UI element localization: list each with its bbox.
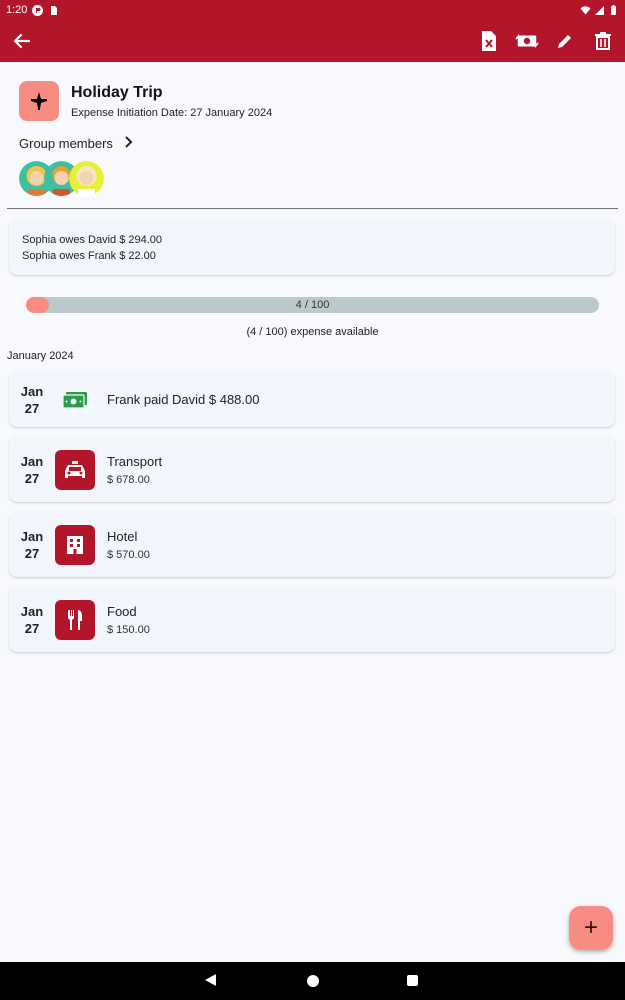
expense-amount: $ 678.00 bbox=[107, 473, 150, 486]
expense-title: Transport bbox=[107, 453, 163, 469]
app-bar bbox=[0, 20, 625, 62]
expense-date: Jan 27 bbox=[20, 383, 44, 416]
edit-icon[interactable] bbox=[553, 29, 577, 53]
sim-card-icon bbox=[48, 5, 59, 16]
taxi-icon bbox=[55, 449, 95, 490]
wifi-icon bbox=[580, 5, 591, 16]
cash-icon bbox=[55, 380, 95, 420]
expense-available-caption: (4 / 100) expense available bbox=[246, 326, 379, 338]
settle-money-icon[interactable] bbox=[515, 29, 539, 53]
signal-icon bbox=[594, 5, 605, 16]
progress-label: 4 / 100 bbox=[295, 299, 330, 311]
status-time: 1:20 bbox=[6, 4, 28, 16]
expense-title: Frank paid David $ 488.00 bbox=[107, 392, 260, 407]
app-notification-icon bbox=[32, 4, 44, 16]
group-members-label: Group members bbox=[19, 136, 113, 151]
balances-card: Sophia owes David $ 294.00 Sophia owes F… bbox=[9, 220, 615, 275]
expense-date: Jan 27 bbox=[20, 603, 44, 636]
system-nav-bar bbox=[0, 962, 625, 1000]
add-icon: + bbox=[583, 914, 598, 941]
owes-line: Sophia owes David $ 294.00 bbox=[22, 234, 163, 246]
expense-progress-bar: 4 / 100 bbox=[26, 297, 599, 313]
expense-date: Jan 27 bbox=[20, 453, 44, 486]
avatar[interactable] bbox=[69, 161, 104, 196]
list-item[interactable]: Jan 27 Food $ 150.00 bbox=[9, 587, 615, 652]
expense-amount: $ 570.00 bbox=[107, 548, 150, 561]
restaurant-icon bbox=[55, 599, 95, 640]
delete-icon[interactable] bbox=[591, 29, 615, 53]
nav-home-icon[interactable] bbox=[307, 975, 319, 987]
trip-header: Holiday Trip Expense Initiation Date: 27… bbox=[19, 81, 272, 121]
expense-amount: $ 150.00 bbox=[107, 623, 150, 636]
trip-date: Expense Initiation Date: 27 January 2024 bbox=[71, 106, 273, 119]
status-bar: 1:20 bbox=[0, 0, 625, 20]
airplane-icon bbox=[19, 81, 59, 121]
list-item[interactable]: Jan 27 Transport $ 678.00 bbox=[9, 437, 615, 502]
battery-icon bbox=[608, 4, 619, 16]
trip-title: Holiday Trip bbox=[71, 83, 163, 101]
nav-back-icon[interactable] bbox=[205, 974, 216, 986]
add-expense-button[interactable]: + bbox=[569, 906, 613, 950]
arrow-back-icon[interactable] bbox=[10, 29, 34, 53]
expense-title: Food bbox=[107, 603, 137, 619]
list-item[interactable]: Jan 27 Frank paid David $ 488.00 bbox=[9, 372, 615, 427]
list-item[interactable]: Jan 27 Hotel $ 570.00 bbox=[9, 512, 615, 577]
divider bbox=[7, 208, 618, 209]
month-header: January 2024 bbox=[7, 350, 74, 362]
building-icon bbox=[55, 524, 95, 565]
nav-recents-icon[interactable] bbox=[407, 975, 418, 986]
excel-export-icon[interactable] bbox=[477, 29, 501, 53]
owes-line: Sophia owes Frank $ 22.00 bbox=[22, 250, 156, 262]
group-members-link[interactable]: Group members bbox=[19, 136, 133, 151]
expense-date: Jan 27 bbox=[20, 528, 44, 561]
expense-title: Hotel bbox=[107, 528, 138, 544]
chevron-right-icon bbox=[123, 136, 133, 151]
